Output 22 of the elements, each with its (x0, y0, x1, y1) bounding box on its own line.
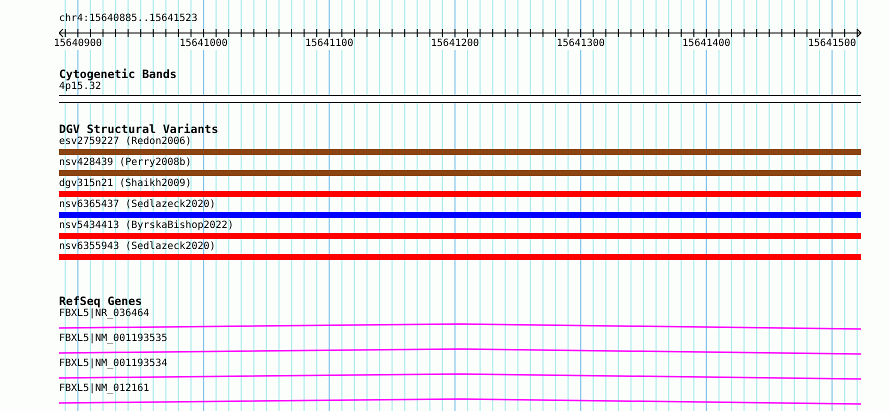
variant-label: nsv6365437 (Sedlazeck2020) (59, 199, 217, 211)
gene-label: FBXL5|NM_001193535 (59, 333, 168, 345)
tick-label: 15641400 (682, 38, 730, 50)
tick-label: 15641500 (808, 38, 856, 50)
tick-label: 15641300 (556, 38, 605, 50)
track-title: DGV Structural Variants (59, 123, 220, 136)
variant-label: esv2759227 (Redon2006) (59, 136, 192, 148)
track-title: Cytogenetic Bands (59, 68, 178, 81)
track-title: RefSeq Genes (59, 295, 144, 308)
tick-label: 15641100 (305, 38, 354, 50)
tick-label: 15641200 (430, 38, 480, 50)
location-label: chr4:15640885..15641523 (59, 13, 198, 25)
variant-label: nsv6355943 (Sedlazeck2020) (59, 241, 217, 253)
gene-label: FBXL5|NR_036464 (59, 308, 150, 320)
band-label: 4p15.32 (59, 81, 102, 93)
tick-label: 15641000 (179, 38, 228, 50)
gene-label: FBXL5|NM_001193534 (59, 358, 168, 370)
gene-label: FBXL5|NM_012161 (59, 383, 150, 395)
variant-label: nsv428439 (Perry2008b) (59, 157, 192, 169)
variant-label: dgv315n21 (Shaikh2009) (59, 178, 192, 190)
variant-label: nsv5434413 (ByrskaBishop2022) (59, 220, 235, 232)
tick-label: 15640900 (54, 38, 102, 50)
